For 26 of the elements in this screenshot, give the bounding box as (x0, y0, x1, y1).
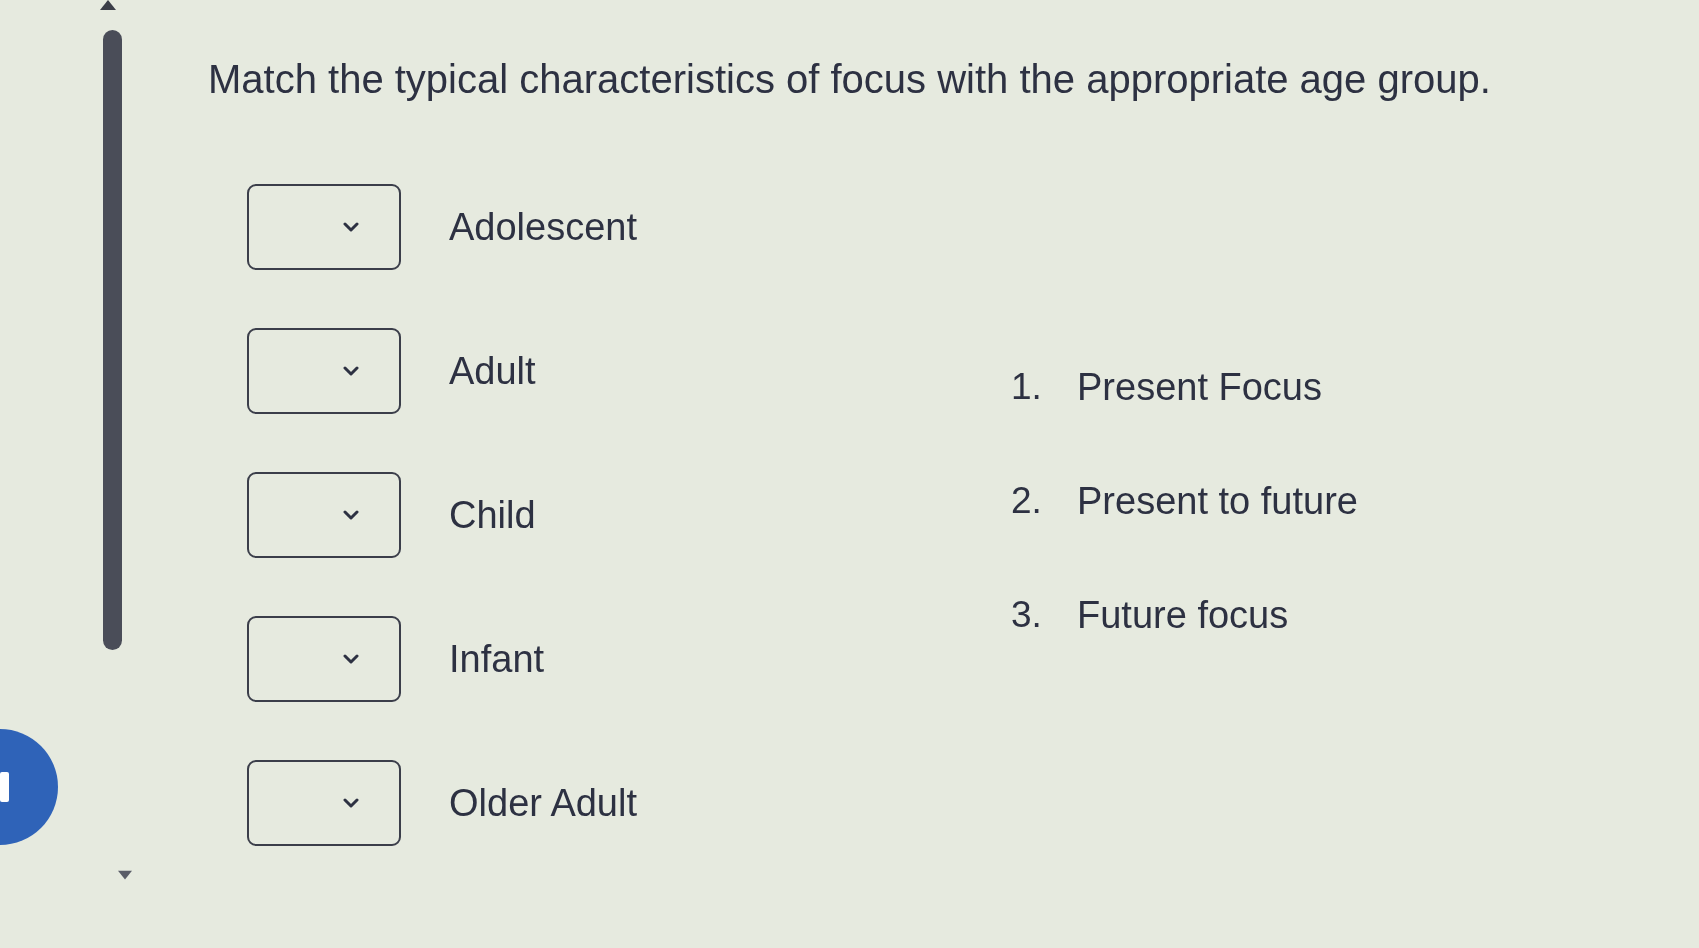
chevron-down-icon (343, 654, 359, 664)
scrollbar[interactable] (103, 30, 122, 650)
chevron-down-icon (343, 222, 359, 232)
chevron-down-icon (343, 510, 359, 520)
list-number: 3. (1011, 593, 1043, 637)
chevron-down-icon (343, 798, 359, 808)
age-group-label: Infant (449, 637, 545, 682)
list-number: 2. (1011, 479, 1043, 523)
scroll-up-arrow-icon[interactable] (100, 0, 116, 10)
answer-dropdown[interactable] (247, 616, 401, 702)
round-handle-icon[interactable] (0, 728, 58, 846)
age-group-label: Adult (449, 349, 536, 394)
answer-dropdown[interactable] (247, 760, 401, 846)
focus-option-text: Present Focus (1077, 365, 1322, 410)
age-group-label: Adolescent (449, 205, 637, 250)
chevron-down-icon (343, 366, 359, 376)
age-group-label: Older Adult (449, 781, 637, 826)
list-number: 1. (1011, 365, 1043, 409)
answer-dropdown[interactable] (247, 184, 401, 270)
focus-option-text: Future focus (1077, 593, 1289, 638)
focus-option-text: Present to future (1077, 479, 1358, 524)
question-title: Match the typical characteristics of focus with the appropriate age group. (208, 56, 1491, 103)
age-group-label: Child (449, 493, 536, 538)
scroll-down-arrow-icon[interactable] (118, 870, 132, 880)
answer-dropdown[interactable] (247, 472, 401, 558)
answer-dropdown[interactable] (247, 328, 401, 414)
